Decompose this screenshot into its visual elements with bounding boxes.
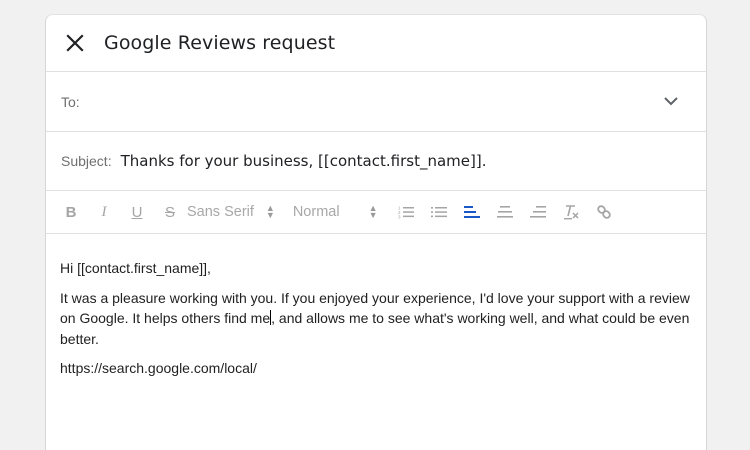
close-icon[interactable]: [63, 31, 87, 55]
bold-button[interactable]: B: [60, 200, 82, 224]
link-icon[interactable]: [593, 200, 615, 224]
align-right-icon[interactable]: [527, 200, 549, 224]
bulleted-list-icon[interactable]: [428, 200, 450, 224]
dialog-header: Google Reviews request: [46, 15, 706, 72]
clear-formatting-icon[interactable]: [560, 200, 582, 224]
chevron-down-icon[interactable]: [664, 97, 678, 106]
subject-label: Subject:: [61, 153, 112, 169]
subject-input[interactable]: Thanks for your business, [[contact.firs…: [121, 152, 487, 170]
body-paragraph: It was a pleasure working with you. If y…: [60, 288, 692, 350]
subject-field[interactable]: Subject: Thanks for your business, [[con…: [46, 132, 706, 191]
updown-icon: ▲ ▼: [265, 203, 275, 220]
font-size-select[interactable]: Normal ▲ ▼: [292, 203, 378, 221]
align-center-icon[interactable]: [494, 200, 516, 224]
message-body[interactable]: Hi [[contact.first_name]], It was a plea…: [46, 234, 706, 379]
align-left-icon[interactable]: [461, 200, 483, 224]
compose-dialog: Google Reviews request To: Subject: Than…: [45, 14, 707, 450]
italic-button[interactable]: I: [93, 200, 115, 224]
dialog-title: Google Reviews request: [104, 32, 336, 54]
font-size-value: Normal: [292, 204, 340, 220]
formatting-toolbar: B I U S Sans Serif ▲ ▼ Normal ▲ ▼ 1 2 3: [46, 191, 706, 234]
font-family-value: Sans Serif: [187, 204, 254, 220]
font-family-select[interactable]: Sans Serif ▲ ▼: [187, 203, 275, 221]
updown-icon: ▲ ▼: [368, 203, 378, 220]
numbered-list-icon[interactable]: 1 2 3: [395, 200, 417, 224]
to-field[interactable]: To:: [46, 72, 706, 132]
underline-button[interactable]: U: [126, 200, 148, 224]
svg-text:3: 3: [398, 215, 401, 220]
strikethrough-button[interactable]: S: [159, 200, 181, 224]
review-link-text: https://search.google.com/local/: [60, 360, 257, 376]
to-label: To:: [61, 93, 80, 110]
greeting-line: Hi [[contact.first_name]],: [60, 260, 211, 276]
